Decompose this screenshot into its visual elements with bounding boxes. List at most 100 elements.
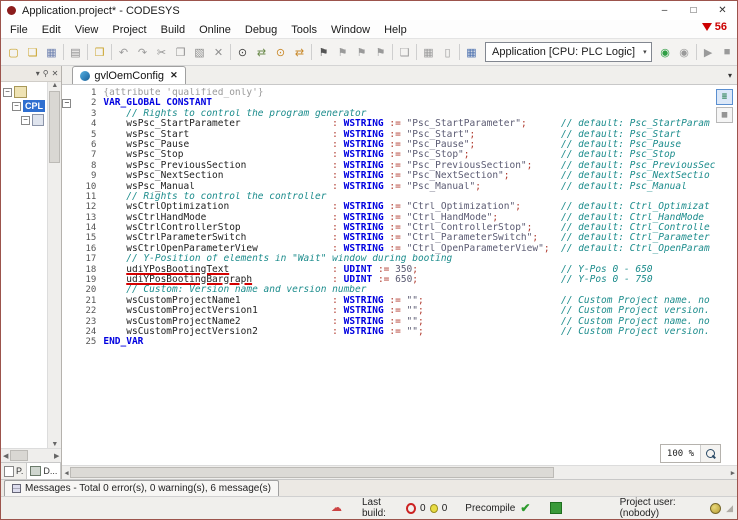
- print-button[interactable]: ▤: [66, 42, 85, 62]
- menu-online[interactable]: Online: [192, 23, 238, 37]
- new-object-button[interactable]: ▯: [438, 42, 457, 62]
- stop-button[interactable]: ■: [718, 42, 737, 62]
- code-editor[interactable]: 1{attribute 'qualified_only'}−2VAR_GLOBA…: [62, 85, 737, 479]
- magnifier-icon[interactable]: [700, 445, 720, 462]
- tree-vertical-scrollbar[interactable]: ▲ ▼: [47, 82, 61, 448]
- tree-row-device[interactable]: − CPL: [3, 99, 47, 113]
- tab-gvloemconfig[interactable]: gvlOemConfig ✕: [72, 66, 185, 84]
- editor-horizontal-scrollbar[interactable]: ◀ ▶: [62, 465, 737, 479]
- collapse-icon[interactable]: −: [3, 88, 12, 97]
- minimize-button[interactable]: –: [650, 1, 679, 20]
- code-line[interactable]: 12 wsCtrlOptimization : WSTRING := "Ctrl…: [62, 202, 737, 212]
- logout-button[interactable]: ◉: [675, 42, 694, 62]
- maximize-button[interactable]: □: [679, 1, 708, 20]
- tab-close-icon[interactable]: ✕: [170, 70, 178, 81]
- notification-badge[interactable]: 56: [702, 21, 727, 33]
- menu-edit[interactable]: Edit: [35, 23, 68, 37]
- new-file-button[interactable]: ▢: [4, 42, 23, 62]
- previous-bookmark-button[interactable]: ⚑: [352, 42, 371, 62]
- code-line[interactable]: 19 udiYPosBootingBargraph : UDINT := 650…: [62, 275, 737, 285]
- device-tree[interactable]: − − CPL −: [1, 82, 47, 448]
- code-line[interactable]: 6 wsPsc_Pause : WSTRING := "Psc_Pause"; …: [62, 140, 737, 150]
- code-line[interactable]: 7 wsPsc_Stop : WSTRING := "Psc_Stop"; //…: [62, 150, 737, 160]
- tab-pous[interactable]: P.: [1, 463, 27, 479]
- menu-build[interactable]: Build: [154, 23, 192, 37]
- messages-tab[interactable]: Messages - Total 0 error(s), 0 warning(s…: [4, 480, 279, 496]
- code-line[interactable]: 11 // Rights to control the controller: [62, 192, 737, 202]
- code-line[interactable]: 18 udiYPosBootingText : UDINT := 350; //…: [62, 265, 737, 275]
- code-line[interactable]: 10 wsPsc_Manual : WSTRING := "Psc_Manual…: [62, 182, 737, 192]
- scroll-down-icon[interactable]: ▼: [51, 441, 58, 448]
- code-line[interactable]: −2VAR_GLOBAL CONSTANT: [62, 98, 737, 108]
- textual-view-button[interactable]: ≡: [716, 89, 733, 105]
- clear-bookmarks-button[interactable]: ⚑: [371, 42, 390, 62]
- menu-tools[interactable]: Tools: [284, 23, 324, 37]
- scrollbar-thumb[interactable]: [70, 467, 555, 478]
- menu-help[interactable]: Help: [377, 23, 414, 37]
- code-line[interactable]: 24 wsCustomProjectVersion2 : WSTRING := …: [62, 327, 737, 337]
- code-line[interactable]: 4 wsPsc_StartParameter : WSTRING := "Psc…: [62, 119, 737, 129]
- menu-view[interactable]: View: [68, 23, 106, 37]
- code-line[interactable]: 8 wsPsc_PreviousSection : WSTRING := "Ps…: [62, 161, 737, 171]
- scroll-right-icon[interactable]: ▶: [731, 469, 735, 477]
- application-combo[interactable]: Application [CPU: PLC Logic] ▾: [485, 42, 652, 62]
- tree-row-project[interactable]: −: [3, 85, 47, 99]
- find-button[interactable]: ⊙: [233, 42, 252, 62]
- tabular-view-button[interactable]: ▦: [716, 107, 733, 123]
- toggle-bookmark-button[interactable]: ⚑: [314, 42, 333, 62]
- scroll-left-icon[interactable]: ◀: [64, 469, 68, 477]
- replace-button[interactable]: ⇄: [252, 42, 271, 62]
- menu-file[interactable]: File: [3, 23, 35, 37]
- tree-row-plc-logic[interactable]: −: [3, 113, 47, 127]
- scroll-left-icon[interactable]: ◀: [3, 452, 8, 460]
- code-line[interactable]: 22 wsCustomProjectVersion1 : WSTRING := …: [62, 306, 737, 316]
- code-line[interactable]: 16 wsCtrlOpenParameterView : WSTRING := …: [62, 244, 737, 254]
- messages-view-button[interactable]: ❑: [395, 42, 414, 62]
- delete-button[interactable]: ✕: [209, 42, 228, 62]
- login-button[interactable]: ◉: [656, 42, 675, 62]
- panel-menu-icon[interactable]: ▾: [36, 69, 40, 78]
- copy-project-button[interactable]: ❒: [90, 42, 109, 62]
- code-line[interactable]: 17 // Y-Position of elements in "Wait" w…: [62, 254, 737, 264]
- code-line[interactable]: 25END_VAR: [62, 337, 737, 347]
- menu-debug[interactable]: Debug: [238, 23, 284, 37]
- tab-devices[interactable]: D...: [27, 463, 61, 479]
- library-manager-button[interactable]: ▦: [462, 42, 481, 62]
- code-line[interactable]: 20 // Custom: Version name and version n…: [62, 285, 737, 295]
- open-project-button[interactable]: ❏: [23, 42, 42, 62]
- cut-button[interactable]: ✂: [152, 42, 171, 62]
- fold-marker-icon[interactable]: −: [62, 99, 71, 108]
- save-project-button[interactable]: ▦: [42, 42, 61, 62]
- collapse-icon[interactable]: −: [12, 102, 21, 111]
- menu-project[interactable]: Project: [105, 23, 153, 37]
- tree-horizontal-scrollbar[interactable]: ◀ ▶: [1, 448, 61, 462]
- scrollbar-thumb[interactable]: [49, 91, 60, 163]
- code-line[interactable]: 23 wsCustomProjectName2 : WSTRING := "";…: [62, 317, 737, 327]
- replace-in-project-button[interactable]: ⇄: [290, 42, 309, 62]
- code-line[interactable]: 14 wsCtrlControllerStop : WSTRING := "Ct…: [62, 223, 737, 233]
- undo-button[interactable]: ↶: [114, 42, 133, 62]
- find-in-project-button[interactable]: ⊙: [271, 42, 290, 62]
- redo-button[interactable]: ↷: [133, 42, 152, 62]
- panel-close-icon[interactable]: ✕: [52, 69, 59, 78]
- zoom-control[interactable]: 100 %: [660, 444, 721, 463]
- next-bookmark-button[interactable]: ⚑: [333, 42, 352, 62]
- selected-device-node[interactable]: CPL: [23, 100, 45, 112]
- code-line[interactable]: 13 wsCtrlHandMode : WSTRING := "Ctrl_Han…: [62, 213, 737, 223]
- menu-window[interactable]: Window: [324, 23, 377, 37]
- copy-button[interactable]: ❐: [171, 42, 190, 62]
- export-button[interactable]: ▦: [419, 42, 438, 62]
- close-button[interactable]: ✕: [708, 1, 737, 20]
- start-button[interactable]: ▶: [699, 42, 718, 62]
- pin-icon[interactable]: ⚲: [43, 69, 49, 78]
- paste-button[interactable]: ▧: [190, 42, 209, 62]
- code-line[interactable]: 1{attribute 'qualified_only'}: [62, 88, 737, 98]
- tab-list-icon[interactable]: ▾: [728, 71, 732, 80]
- code-line[interactable]: 15 wsCtrlParameterSwitch : WSTRING := "C…: [62, 233, 737, 243]
- scrollbar-thumb[interactable]: [10, 450, 28, 461]
- code-line[interactable]: 3 // Rights to control the program gener…: [62, 109, 737, 119]
- code-line[interactable]: 5 wsPsc_Start : WSTRING := "Psc_Start"; …: [62, 130, 737, 140]
- collapse-icon[interactable]: −: [21, 116, 30, 125]
- code-line[interactable]: 9 wsPsc_NextSection : WSTRING := "Psc_Ne…: [62, 171, 737, 181]
- code-line[interactable]: 21 wsCustomProjectName1 : WSTRING := "";…: [62, 296, 737, 306]
